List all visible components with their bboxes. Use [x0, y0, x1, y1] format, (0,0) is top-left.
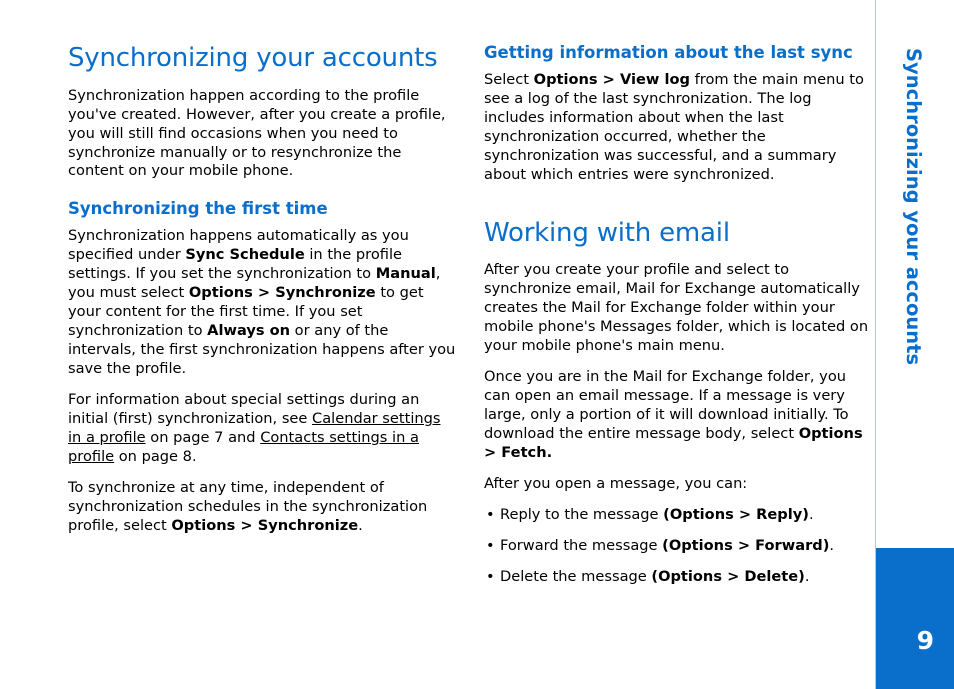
bold-run: Sync Schedule: [185, 246, 305, 264]
intro-paragraph: Synchronization happen according to the …: [68, 86, 446, 180]
paragraph-mail-folder: After you create your profile and select…: [484, 261, 869, 355]
text-run: .: [358, 516, 363, 534]
bold-run: Options > Synchronize: [188, 284, 376, 302]
bold-run: (Options > Forward): [662, 537, 830, 554]
section-heading-sync-first-time: Synchronizing the first time: [68, 199, 328, 219]
paragraph-sync-first-time: Synchronization happens automatically as…: [68, 227, 456, 379]
page-number: 9: [916, 626, 934, 655]
paragraph-fetch-message: Once you are in the Mail for Exchange fo…: [484, 368, 872, 463]
list-item: Reply to the message (Options > Reply).: [484, 506, 872, 525]
paragraph-manual-sync: To synchronize at any time, independent …: [68, 479, 456, 536]
document-page: 9 Synchronizing your accounts Synchroniz…: [0, 0, 954, 689]
list-item: Delete the message (Options > Delete).: [484, 568, 872, 587]
text-run: Forward the message: [500, 537, 663, 554]
running-head: Synchronizing your accounts: [902, 48, 933, 448]
text-run: Once you are in the Mail for Exchange fo…: [484, 368, 849, 443]
page-title: Synchronizing your accounts: [68, 43, 438, 73]
bold-run: (Options > Reply): [663, 506, 809, 524]
section-heading-last-sync-info: Getting information about the last sync: [484, 43, 853, 62]
left-column: Synchronizing your accounts Synchronizat…: [68, 44, 456, 548]
text-run: Select: [484, 70, 534, 88]
text-run: Delete the message: [500, 567, 652, 585]
paragraph-initial-sync-settings: For information about special settings d…: [68, 391, 456, 467]
text-run: on page 8.: [114, 448, 197, 466]
running-head-text: Synchronizing your accounts: [902, 48, 925, 366]
paragraph-view-log: Select Options > View log from the main …: [484, 71, 872, 185]
text-run: .: [829, 537, 835, 554]
paragraph-after-open: After you open a message, you can:: [484, 475, 748, 493]
bold-run: Options > Synchronize: [171, 516, 359, 534]
section-title-working-with-email: Working with email: [484, 217, 730, 248]
bold-run: Manual: [375, 265, 436, 283]
text-run: Reply to the message: [500, 506, 664, 524]
text-run: .: [808, 506, 814, 524]
text-run: on page 7 and: [145, 429, 261, 447]
right-column: Getting information about the last sync …: [484, 43, 872, 599]
bold-run: Options > View log: [533, 70, 690, 88]
page-number-tab: [876, 548, 954, 689]
bold-run: Always on: [207, 322, 291, 340]
list-item: Forward the message (Options > Forward).: [484, 537, 872, 556]
message-actions-list: Reply to the message (Options > Reply). …: [484, 506, 872, 587]
bold-run: (Options > Delete): [651, 567, 805, 585]
text-run: .: [804, 567, 810, 585]
